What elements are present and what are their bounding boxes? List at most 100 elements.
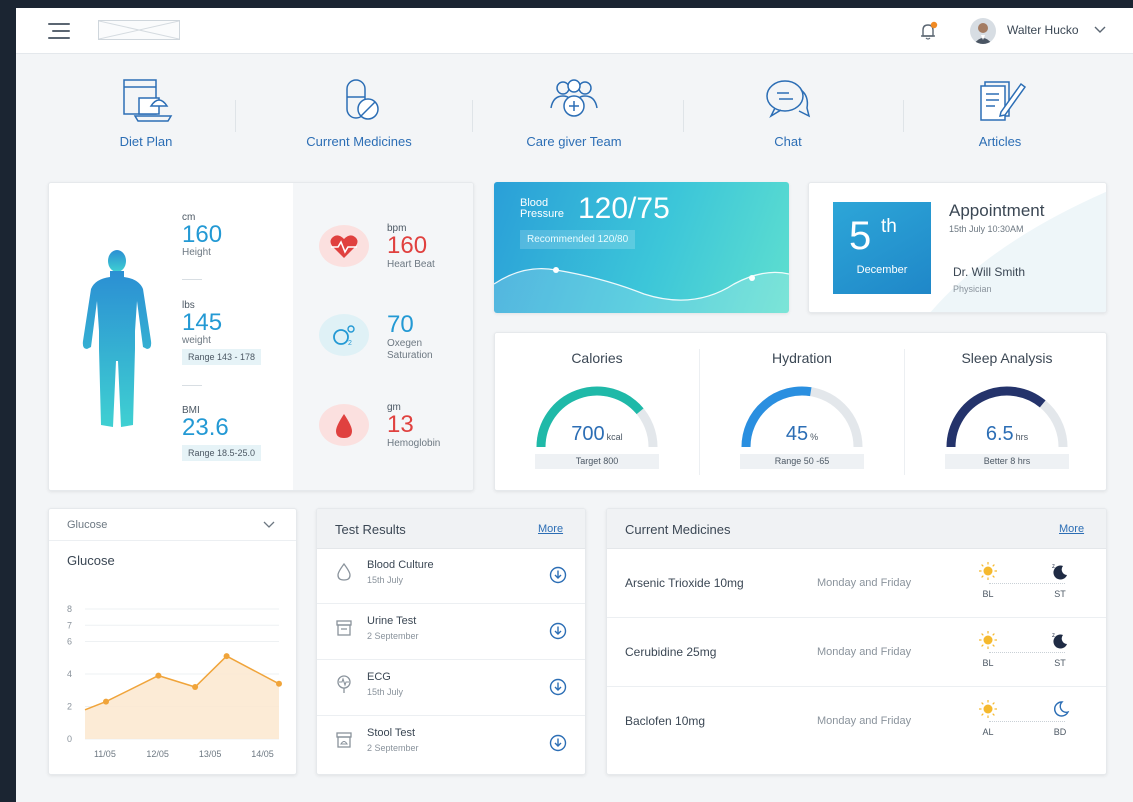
bmi-value: 23.6: [182, 414, 229, 441]
stat-title: Hydration: [772, 350, 832, 366]
test-row[interactable]: Stool Test 2 September: [317, 717, 585, 772]
calories-unit: kcal: [606, 432, 623, 442]
svg-text:z: z: [1052, 633, 1055, 639]
chevron-down-icon: [263, 521, 275, 528]
sun-icon: [979, 700, 997, 718]
blood-drop-icon: [337, 562, 351, 581]
panel-header: Current Medicines More: [607, 509, 1106, 549]
oxygen-label-1: Oxegen: [387, 338, 423, 349]
divider: [472, 100, 473, 132]
nav-care-giver-team[interactable]: Care giver Team: [494, 76, 654, 149]
bp-title-line2: Pressure: [520, 208, 565, 220]
glucose-dropdown[interactable]: Glucose: [49, 509, 296, 541]
appointment-day-suffix: th: [881, 216, 897, 237]
more-link[interactable]: More: [538, 523, 563, 535]
more-link[interactable]: More: [1059, 523, 1084, 535]
oxygen-value: 70: [387, 311, 414, 338]
medicine-slot-label: BL: [982, 658, 994, 668]
logo-placeholder[interactable]: [98, 20, 180, 40]
medicine-name: Baclofen 10mg: [625, 714, 706, 728]
y-tick-label: 6: [67, 637, 72, 647]
care-team-icon: [550, 79, 598, 117]
download-icon[interactable]: [549, 566, 567, 584]
moon-sleep-icon: z: [1052, 564, 1067, 580]
test-results-card: Test Results More Blood Culture 15th Jul…: [316, 508, 586, 775]
medicine-days: Monday and Friday: [817, 577, 912, 589]
nav-diet-plan[interactable]: Diet Plan: [66, 76, 226, 149]
dashboard-page: Walter Hucko Diet Plan Current Medicines: [16, 8, 1133, 802]
appointment-card[interactable]: 5 th December Appointment 15th July 10:3…: [808, 182, 1107, 313]
nav-chat[interactable]: Chat: [708, 76, 868, 149]
sleep-unit: hrs: [1015, 432, 1029, 442]
appointment-role: Physician: [953, 284, 992, 294]
divider: [903, 100, 904, 132]
stat-chip: Range 50 -65: [740, 454, 864, 469]
y-tick-label: 0: [67, 734, 72, 744]
panel-header: Test Results More: [317, 509, 585, 549]
menu-icon[interactable]: [48, 23, 70, 39]
medicine-row[interactable]: Baclofen 10mg Monday and Friday AL BD: [607, 687, 1106, 756]
medicine-slot: AL: [973, 699, 1003, 737]
x-tick-label: 12/05: [146, 749, 169, 759]
appointment-month: December: [856, 264, 908, 276]
x-tick-label: 13/05: [199, 749, 222, 759]
weight-label: weight: [182, 335, 211, 346]
hemoglobin-value: 13: [387, 411, 414, 438]
appointment-time: 15th July 10:30AM: [949, 224, 1024, 234]
stat-value: 6.5 hrs: [905, 423, 1109, 446]
stat-chip: Target 800: [535, 454, 659, 469]
urine-container-icon: [336, 620, 352, 636]
heart-label: Heart Beat: [387, 259, 435, 270]
bp-title: Blood Pressure: [520, 198, 580, 220]
glucose-dropdown-label: Glucose: [67, 519, 108, 531]
nav-label: Current Medicines: [306, 134, 412, 149]
download-icon[interactable]: [549, 678, 567, 696]
download-icon[interactable]: [549, 622, 567, 640]
download-icon[interactable]: [549, 734, 567, 752]
weight-range: Range 143 - 178: [182, 349, 262, 365]
stats-card: Calories 700 kcal Target 800 Hydration 45…: [494, 332, 1107, 491]
bp-wave: [494, 267, 789, 313]
weight-value: 145: [182, 309, 223, 336]
height-value: 160: [182, 221, 223, 248]
stat-chip: Better 8 hrs: [945, 454, 1069, 469]
heart-rate-icon: [319, 225, 369, 267]
vitals-right-panel: bpm 160 Heart Beat 2 70 Oxegen Saturatio…: [293, 183, 473, 490]
glucose-point: [155, 672, 162, 679]
nav-label: Chat: [774, 134, 802, 149]
calories-stat: Calories 700 kcal Target 800: [495, 333, 699, 492]
top-bar: Walter Hucko: [16, 8, 1133, 54]
glucose-point: [223, 653, 230, 660]
sleep-stat: Sleep Analysis 6.5 hrs Better 8 hrs: [905, 333, 1109, 492]
moon-sleep-icon: z: [1052, 633, 1067, 649]
avatar[interactable]: [970, 18, 996, 44]
test-date: 15th July: [367, 687, 404, 697]
moon-icon: [1054, 701, 1070, 717]
svg-text:z: z: [1052, 564, 1055, 570]
medicine-row[interactable]: Cerubidine 25mg Monday and Friday BL z S…: [607, 618, 1106, 687]
glucose-card: Glucose Glucose 0 2 4 6 7 8 11/05 12/05 13/05 14/…: [48, 508, 297, 775]
medicine-slot-label: ST: [1054, 589, 1066, 599]
medicine-row[interactable]: Arsenic Trioxide 10mg Monday and Friday …: [607, 549, 1106, 618]
medicine-name: Cerubidine 25mg: [625, 645, 717, 659]
test-row[interactable]: Blood Culture 15th July: [317, 549, 585, 604]
medicine-name: Arsenic Trioxide 10mg: [625, 576, 744, 590]
medicine-slot-label: BL: [982, 589, 994, 599]
notification-bell-icon[interactable]: [918, 20, 940, 42]
test-name: Stool Test: [367, 727, 416, 739]
glucose-point: [276, 680, 282, 687]
test-row[interactable]: ECG 15th July: [317, 661, 585, 716]
chevron-down-icon[interactable]: [1093, 22, 1107, 36]
nav-articles[interactable]: Articles: [920, 76, 1080, 149]
test-name: Urine Test: [367, 615, 417, 627]
medicine-slot: BL: [973, 630, 1003, 668]
test-row[interactable]: Urine Test 2 September: [317, 605, 585, 660]
username[interactable]: Walter Hucko: [1007, 23, 1079, 37]
medicine-slot-label: AL: [982, 727, 994, 737]
diet-plan-icon: [123, 79, 173, 122]
medicine-days: Monday and Friday: [817, 646, 912, 658]
medicines-icon: [346, 79, 379, 120]
x-tick-label: 14/05: [251, 749, 274, 759]
stat-value: 700 kcal: [495, 423, 699, 446]
nav-current-medicines[interactable]: Current Medicines: [279, 76, 439, 149]
